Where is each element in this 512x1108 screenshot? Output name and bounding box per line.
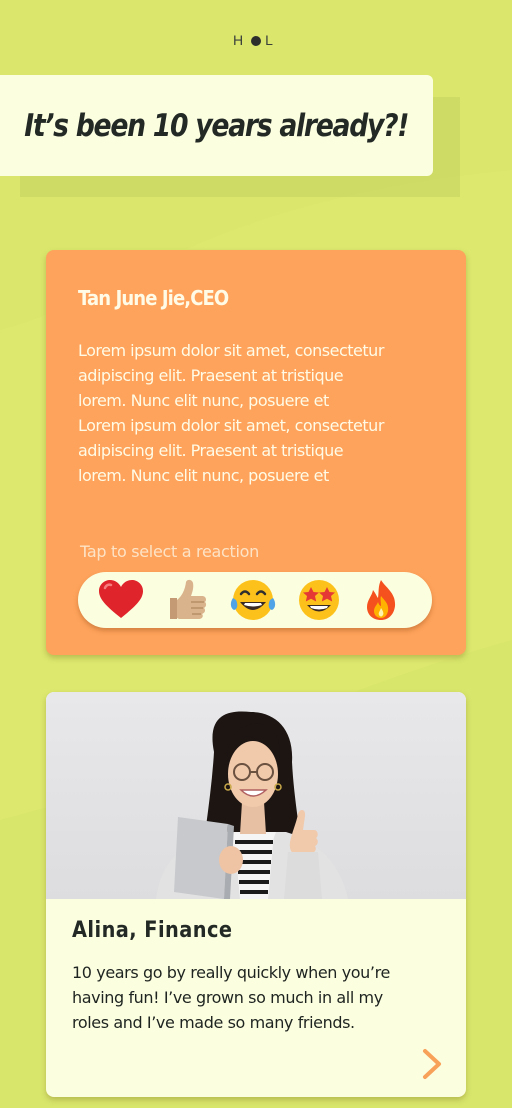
ceo-body-line: adipiscing elit. Praesent at tristique	[78, 441, 344, 460]
quote-line: 10 years go by really quickly when you’r…	[72, 963, 390, 982]
tears-of-joy-icon[interactable]	[228, 578, 278, 622]
profile-quote: 10 years go by really quickly when you’r…	[72, 960, 452, 1035]
thumbs-up-icon[interactable]	[162, 578, 212, 622]
quote-line: having fun! I’ve grown so much in all my	[72, 988, 383, 1007]
profile-card[interactable]: Alina, Finance 10 years go by really qui…	[46, 692, 466, 1097]
ceo-message-body: Lorem ipsum dolor sit amet, consectetur …	[78, 338, 448, 488]
profile-photo	[46, 692, 466, 899]
red-heart-icon[interactable]	[96, 578, 146, 622]
reaction-hint: Tap to select a reaction	[80, 542, 259, 561]
ceo-body-line: lorem. Nunc elit nunc, posuere et	[78, 391, 329, 410]
chevron-right-icon[interactable]	[420, 1048, 444, 1080]
ceo-name: Tan June Jie,CEO	[78, 286, 229, 310]
ceo-body-line: Lorem ipsum dolor sit amet, consectetur	[78, 341, 384, 360]
title-banner: It’s been 10 years already?!	[0, 75, 433, 176]
reaction-bar	[78, 572, 432, 628]
ceo-body-line: lorem. Nunc elit nunc, posuere et	[78, 466, 329, 485]
logo-letter-h: H	[233, 32, 250, 48]
logo-dot-icon	[251, 36, 262, 46]
quote-line: roles and I’ve made so many friends.	[72, 1013, 355, 1032]
ceo-body-line: adipiscing elit. Praesent at tristique	[78, 366, 344, 385]
star-struck-icon[interactable]	[294, 578, 344, 622]
fire-icon[interactable]	[356, 578, 406, 622]
logo-letter-l: L	[265, 32, 279, 48]
brand-logo: HL	[0, 32, 512, 48]
ceo-body-line: Lorem ipsum dolor sit amet, consectetur	[78, 416, 384, 435]
profile-name: Alina, Finance	[72, 918, 233, 943]
ceo-message-card: Tan June Jie,CEO Lorem ipsum dolor sit a…	[46, 250, 466, 655]
page-title: It’s been 10 years already?!	[24, 107, 410, 144]
